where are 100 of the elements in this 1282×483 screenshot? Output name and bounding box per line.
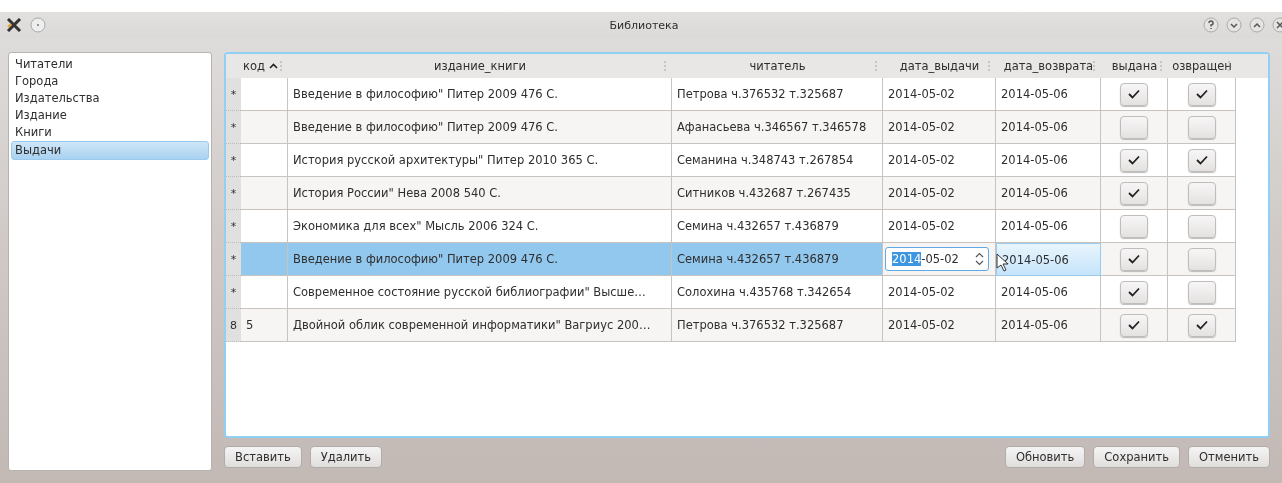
sidebar-item[interactable]: Читатели <box>12 56 208 73</box>
table-cell <box>241 144 288 177</box>
table-cell <box>241 210 288 243</box>
check-icon <box>1128 89 1140 99</box>
table-cell: Введение в философию" Питер 2009 476 С. <box>288 78 672 111</box>
check-icon <box>1195 89 1208 99</box>
row-header[interactable]: * <box>226 144 241 177</box>
table-cell: 2014-05-02 <box>883 78 996 111</box>
table-cell: Введение в философию" Питер 2009 476 С. <box>288 243 672 276</box>
help-button[interactable] <box>1203 17 1219 33</box>
column-handle-icon <box>280 61 282 71</box>
checkbox[interactable] <box>1120 247 1148 271</box>
column-header[interactable]: издание_книги <box>288 54 672 78</box>
form-action-button[interactable]: Обновить <box>1004 446 1086 468</box>
table-cell: 2014-05-02 <box>883 276 996 309</box>
check-icon <box>1128 287 1140 297</box>
table-cell: 2014-05-06 <box>996 309 1101 342</box>
table-cell: Петрова ч.376532 т.325687 <box>672 309 883 342</box>
checkbox[interactable] <box>1187 247 1216 271</box>
table-cell: 2014-05-06 <box>996 243 1101 276</box>
column-handle-icon <box>988 61 990 71</box>
checkbox[interactable] <box>1187 148 1216 172</box>
check-icon <box>1128 155 1140 165</box>
column-handle-icon <box>1160 61 1162 71</box>
row-header[interactable]: * <box>226 177 241 210</box>
checkbox[interactable] <box>1120 280 1148 304</box>
checkbox[interactable] <box>1187 181 1216 205</box>
table-cell: 2014-05-06 <box>996 276 1101 309</box>
table-cell: 5 <box>241 309 288 342</box>
app-logo-icon <box>6 18 22 32</box>
table-cell: 2014-05-02 <box>883 177 996 210</box>
table-cell: 2014-05-02 <box>883 111 996 144</box>
column-handle-icon <box>1093 61 1095 71</box>
table-cell: Ситников ч.432687 т.267435 <box>672 177 883 210</box>
column-handle-icon <box>664 61 666 71</box>
table-cell <box>241 177 288 210</box>
column-header[interactable]: дата_выдачи <box>883 54 996 78</box>
table-cell: Семина ч.432657 т.436879 <box>672 243 883 276</box>
table-cell: Петрова ч.376532 т.325687 <box>672 78 883 111</box>
table-cell: 2014-05-06 <box>996 177 1101 210</box>
row-header[interactable]: * <box>226 276 241 309</box>
row-header[interactable]: * <box>226 111 241 144</box>
check-icon <box>1128 320 1140 330</box>
table-cell: 2014-05-06 <box>996 78 1101 111</box>
sidebar-item[interactable]: Издание <box>12 107 208 124</box>
column-handle-icon <box>875 61 877 71</box>
row-header[interactable]: * <box>226 243 241 276</box>
table-cell: Современное состояние русской библиографии" Высше… <box>288 276 672 309</box>
table-cell: 2014-05-02 <box>883 210 996 243</box>
table-cell <box>241 276 288 309</box>
checkbox[interactable] <box>1120 148 1148 172</box>
checkbox[interactable] <box>1120 313 1148 337</box>
check-icon <box>1128 254 1140 264</box>
column-header[interactable]: дата_возврата <box>996 54 1101 78</box>
sidebar-item[interactable]: Книги <box>12 124 208 141</box>
checkbox[interactable] <box>1120 214 1148 238</box>
row-header[interactable]: * <box>226 210 241 243</box>
table-cell: 2014-05-02 <box>883 309 996 342</box>
table-cell: Экономика для всех" Мысль 2006 324 С. <box>288 210 672 243</box>
checkbox[interactable] <box>1187 313 1216 337</box>
column-header[interactable]: читатель <box>672 54 883 78</box>
table-action-button[interactable]: Вставить <box>224 446 302 468</box>
check-icon <box>1195 320 1208 330</box>
table-cell: Семина ч.432657 т.436879 <box>672 210 883 243</box>
close-button[interactable] <box>1272 17 1282 33</box>
window-title: Библиотека <box>608 18 680 32</box>
minimize-button[interactable] <box>1226 17 1242 33</box>
maximize-button[interactable] <box>1249 17 1265 33</box>
table-cell: 2014-05-06 <box>996 144 1101 177</box>
table-action-button[interactable]: Удалить <box>309 446 382 468</box>
spin-arrows-icon <box>975 252 984 266</box>
column-header[interactable]: выдана <box>1101 54 1168 78</box>
sidebar-item[interactable]: Выдачи <box>11 141 209 160</box>
row-header[interactable]: * <box>226 78 241 111</box>
table-cell: Солохина ч.435768 т.342654 <box>672 276 883 309</box>
table-cell: 2014-05-06 <box>996 111 1101 144</box>
checkbox[interactable] <box>1187 280 1216 304</box>
table-cell: История России" Нева 2008 540 С. <box>288 177 672 210</box>
table-cell: Введение в философию" Питер 2009 476 С. <box>288 111 672 144</box>
column-header[interactable]: код <box>241 54 288 78</box>
checkbox[interactable] <box>1120 181 1148 205</box>
form-action-button[interactable]: Сохранить <box>1093 446 1180 468</box>
table-cell: Семанина ч.348743 т.267854 <box>672 144 883 177</box>
row-header[interactable]: 8 <box>226 309 241 342</box>
checkbox[interactable] <box>1187 82 1216 106</box>
check-icon <box>1128 188 1140 198</box>
column-handle-icon <box>1228 61 1230 71</box>
table-cell: Двойной облик современной информатики" Вагриус 200… <box>288 309 672 342</box>
checkbox[interactable] <box>1187 214 1216 238</box>
checkbox[interactable] <box>1120 115 1148 139</box>
checkbox[interactable] <box>1120 82 1148 106</box>
sidebar-item[interactable]: Города <box>12 73 208 90</box>
checkbox[interactable] <box>1187 115 1216 139</box>
table-cell: История русской архитектуры" Питер 2010 365 С. <box>288 144 672 177</box>
table-cell <box>241 243 288 276</box>
column-header[interactable]: озвращен <box>1168 54 1236 78</box>
sidebar-item[interactable]: Издательства <box>12 90 208 107</box>
form-action-button[interactable]: Отменить <box>1188 446 1270 468</box>
table-cell <box>241 78 288 111</box>
check-icon <box>1195 155 1208 165</box>
